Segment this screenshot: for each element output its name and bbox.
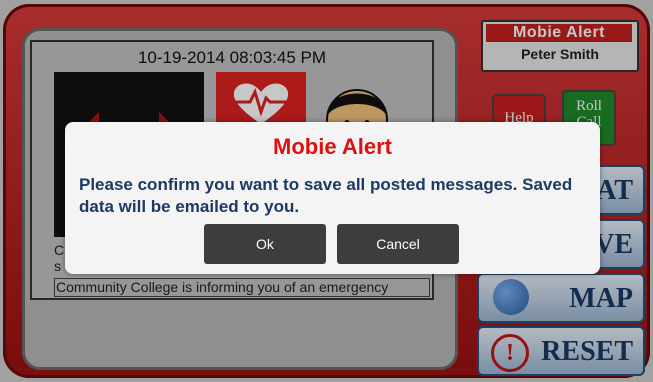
confirm-dialog: Mobie Alert Please confirm you want to s… — [65, 122, 600, 274]
cancel-button[interactable]: Cancel — [337, 224, 459, 264]
dialog-message: Please confirm you want to save all post… — [79, 175, 573, 216]
ok-button[interactable]: Ok — [204, 224, 326, 264]
dialog-title: Mobie Alert — [273, 134, 392, 159]
